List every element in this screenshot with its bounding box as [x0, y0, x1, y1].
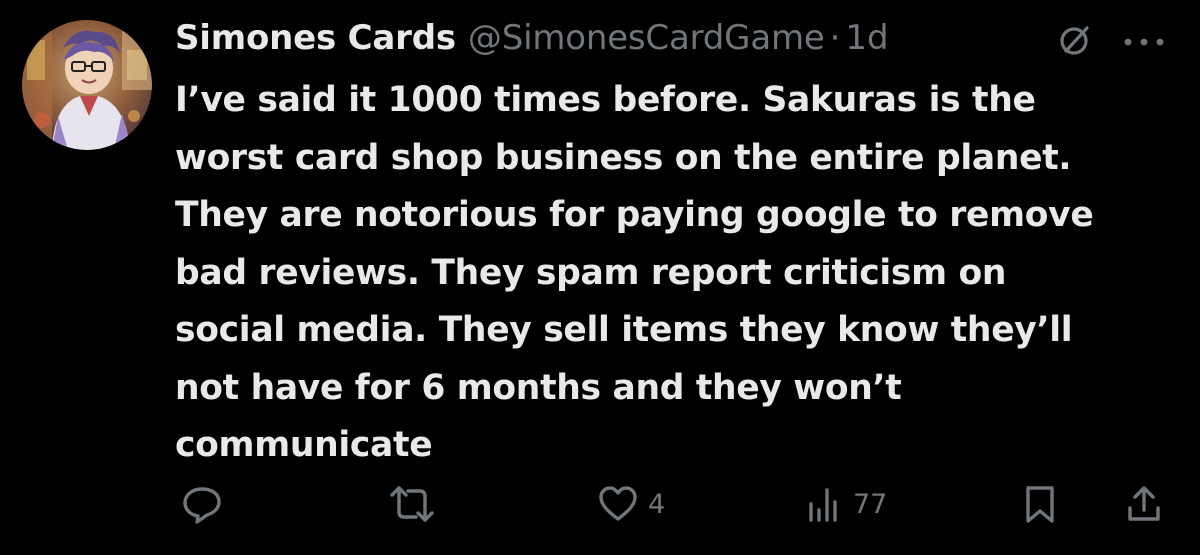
tweet-text: I’ve said it 1000 times before. Sakuras …: [175, 80, 1094, 465]
reply-button[interactable]: [180, 476, 224, 532]
action-bar: 4 77: [0, 476, 1200, 532]
repost-button[interactable]: [388, 476, 436, 532]
tweet-header: Simones Cards @SimonesCardGame · 1d: [175, 10, 889, 66]
repost-icon: [388, 482, 436, 526]
bookmark-button[interactable]: [1020, 476, 1060, 532]
views-count: 77: [853, 488, 888, 520]
bookmark-icon: [1020, 482, 1060, 526]
heart-icon: [596, 482, 640, 526]
grok-icon[interactable]: [1057, 22, 1093, 58]
views-chart-icon: [805, 482, 845, 526]
avatar-image: [22, 20, 152, 150]
user-handle[interactable]: @SimonesCardGame: [468, 18, 825, 58]
views-button[interactable]: 77: [805, 476, 887, 532]
like-button[interactable]: 4: [596, 476, 665, 532]
avatar[interactable]: [22, 20, 152, 150]
timestamp[interactable]: 1d: [845, 18, 888, 58]
share-icon: [1124, 482, 1164, 526]
reply-icon: [180, 482, 224, 526]
separator-dot: ·: [829, 18, 841, 58]
more-icon[interactable]: [1118, 22, 1170, 58]
share-button[interactable]: [1124, 476, 1164, 532]
display-name[interactable]: Simones Cards: [175, 18, 456, 58]
tweet[interactable]: Simones Cards @SimonesCardGame · 1d I’ve…: [0, 0, 1200, 555]
like-count: 4: [648, 488, 666, 520]
